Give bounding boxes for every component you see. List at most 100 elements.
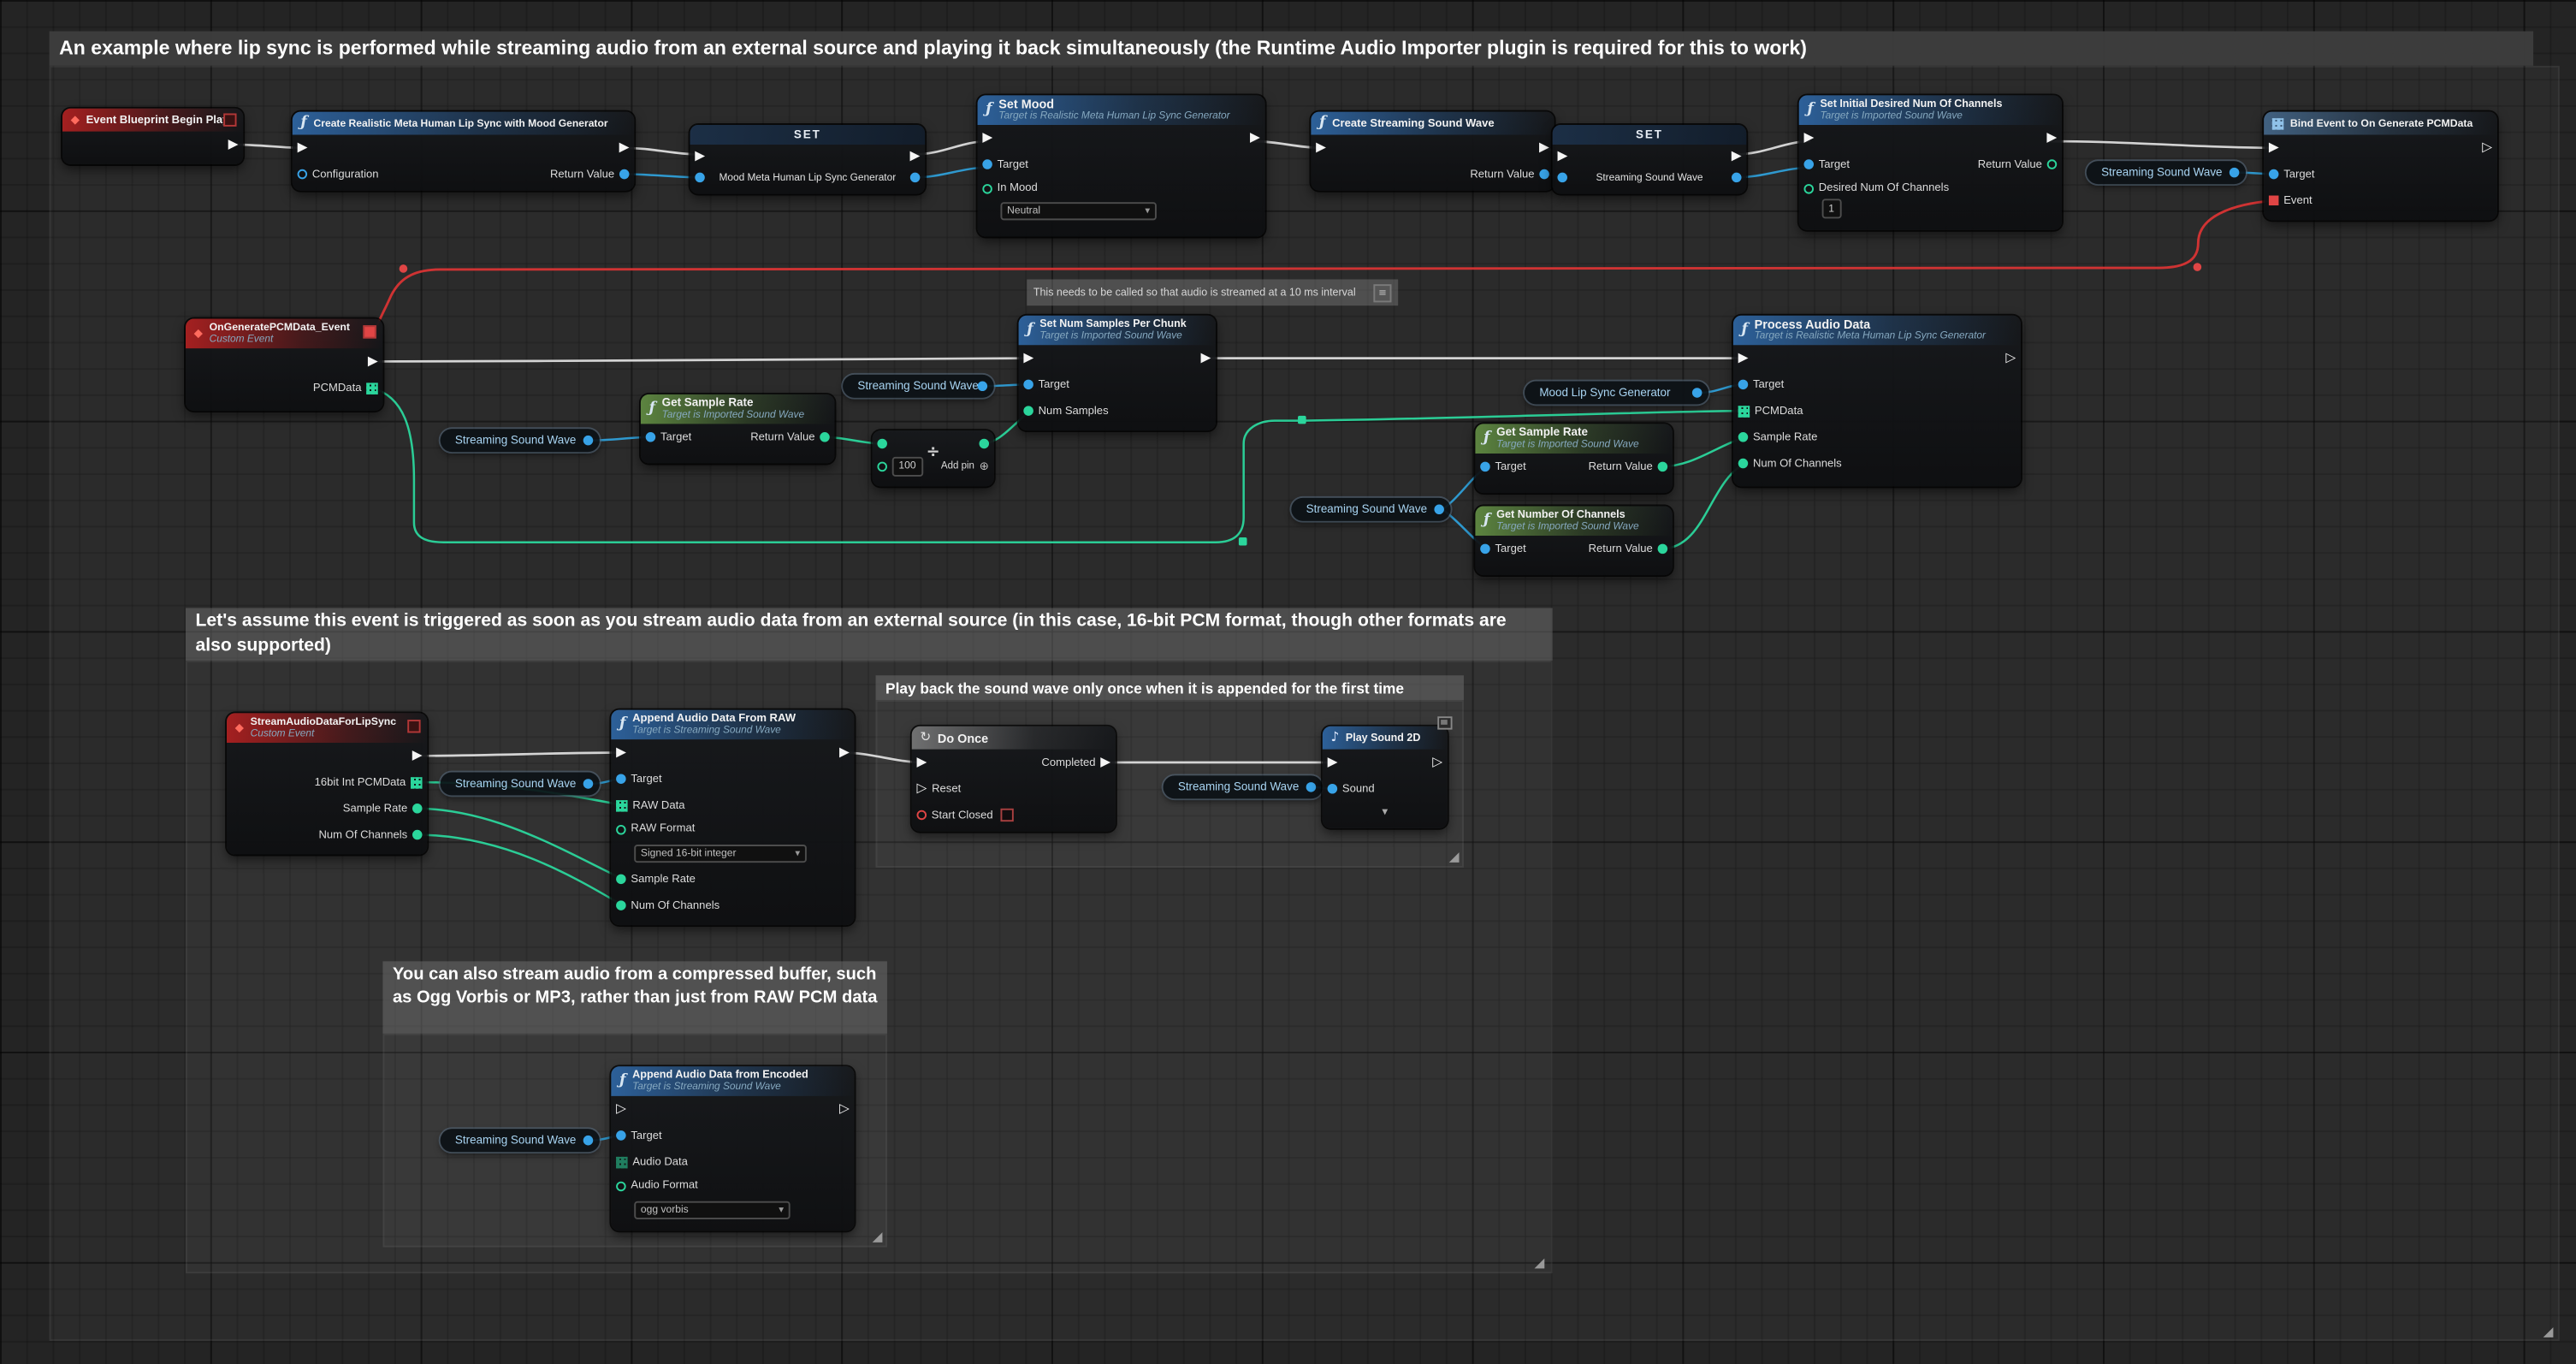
dividend-pin[interactable] <box>877 438 887 448</box>
node-header[interactable]: ƒ Process Audio DataTarget is Realistic … <box>1733 316 2021 346</box>
comment-resize-handle[interactable]: ◢ <box>873 1231 883 1243</box>
node-header[interactable]: ƒ Get Number Of ChannelsTarget is Import… <box>1475 506 1672 536</box>
pcm-array-pin[interactable] <box>411 776 422 787</box>
pcmdata-array-pin[interactable] <box>366 382 377 393</box>
exec-in-pin[interactable]: ▶ <box>616 746 626 759</box>
variable-pill-streaming-sound-wave[interactable]: Streaming Sound Wave <box>843 375 994 398</box>
audio-format-dropdown[interactable]: ogg vorbis▾ <box>634 1201 790 1219</box>
target-pin[interactable] <box>982 159 992 169</box>
node-get-sample-rate[interactable]: ƒ Get Sample RateTarget is Imported Soun… <box>641 394 835 464</box>
variable-pill-streaming-sound-wave[interactable]: Streaming Sound Wave <box>441 773 600 796</box>
variable-pill-streaming-sound-wave[interactable]: Streaming Sound Wave <box>2087 161 2246 184</box>
exec-out-pin[interactable]: ▶ <box>839 746 850 759</box>
node-play-sound-2d[interactable]: ♪ Play Sound 2D ▶ ▷ Sound ▾ <box>1323 726 1448 828</box>
blueprint-graph-canvas[interactable]: An example where lip sync is performed w… <box>0 0 2576 1364</box>
target-pin[interactable] <box>1480 544 1490 554</box>
num-channels-value-field[interactable]: 1 <box>1822 199 1841 218</box>
exec-in-pin[interactable]: ▶ <box>1738 352 1749 365</box>
value-in-pin[interactable] <box>1557 173 1567 183</box>
variable-pill-mood-lip-sync-generator[interactable]: Mood Lip Sync Generator <box>1525 382 1708 405</box>
exec-out-pin[interactable]: ▶ <box>910 149 921 162</box>
target-pin[interactable] <box>616 1130 626 1141</box>
exec-out-pin[interactable]: ▷ <box>839 1103 850 1116</box>
raw-format-dropdown[interactable]: Signed 16-bit integer▾ <box>634 844 807 862</box>
node-header[interactable]: ƒ Create Streaming Sound Wave <box>1311 112 1554 135</box>
comment-title-play-once[interactable]: Play back the sound wave only once when … <box>876 675 1464 700</box>
node-append-audio-data-from-encoded[interactable]: ƒ Append Audio Data from EncodedTarget i… <box>611 1066 854 1231</box>
exec-out-pin[interactable]: ▷ <box>2482 141 2492 154</box>
node-get-number-of-channels[interactable]: ƒ Get Number Of ChannelsTarget is Import… <box>1475 506 1672 575</box>
node-set-initial-desired-num-channels[interactable]: ƒ Set Initial Desired Num Of ChannelsTar… <box>1799 95 2062 229</box>
sound-pin[interactable] <box>1328 784 1338 794</box>
delegate-pin[interactable] <box>223 114 236 127</box>
exec-in-pin[interactable]: ▶ <box>298 141 308 154</box>
node-header[interactable]: ƒ Append Audio Data from EncodedTarget i… <box>611 1066 854 1096</box>
object-out-pin[interactable] <box>978 382 988 392</box>
node-header[interactable]: ƒ Get Sample RateTarget is Imported Soun… <box>641 394 835 424</box>
exec-out-pin[interactable]: ▶ <box>2046 132 2057 145</box>
exec-out-pin[interactable]: ▶ <box>1732 149 1742 162</box>
node-header[interactable]: ◆ Event Blueprint Begin Play <box>62 109 243 132</box>
value-in-pin[interactable] <box>695 173 705 183</box>
exec-in-pin[interactable]: ▶ <box>982 132 992 145</box>
node-header[interactable]: ◆ StreamAudioDataForLipSyncCustom Event <box>227 713 427 743</box>
sample-rate-pin[interactable] <box>412 804 423 814</box>
num-channels-pin[interactable] <box>1738 459 1749 469</box>
audio-data-array-pin[interactable] <box>616 1156 627 1167</box>
divisor-pin[interactable] <box>877 461 887 471</box>
node-set-mood-variable[interactable]: SET ▶ ▶ Mood Meta Human Lip Sync Generat… <box>690 125 926 194</box>
node-divide[interactable]: ÷ 100 Add pin⊕ <box>873 430 994 486</box>
start-closed-pin[interactable] <box>917 810 927 821</box>
desired-num-channels-pin[interactable] <box>1803 183 1814 193</box>
variable-pill-streaming-sound-wave[interactable]: Streaming Sound Wave <box>441 429 600 452</box>
return-value-pin[interactable] <box>1539 169 1549 180</box>
variable-pill-streaming-sound-wave[interactable]: Streaming Sound Wave <box>1291 498 1450 521</box>
node-header[interactable]: ↻ Do Once <box>912 726 1116 750</box>
exec-out-pin[interactable]: ▶ <box>368 355 378 368</box>
node-do-once[interactable]: ↻ Do Once ▶ Completed▶ ▷Reset Start Clos… <box>912 726 1116 832</box>
reroute-node[interactable] <box>1298 416 1306 424</box>
comment-title-main[interactable]: An example where lip sync is performed w… <box>50 31 2533 65</box>
object-out-pin[interactable] <box>583 1136 594 1146</box>
comment-resize-handle[interactable]: ◢ <box>1449 851 1460 864</box>
configuration-pin[interactable] <box>298 169 308 180</box>
comment-title-stream-event[interactable]: Let's assume this event is triggered as … <box>186 608 1553 661</box>
node-append-audio-data-from-raw[interactable]: ƒ Append Audio Data From RAWTarget is St… <box>611 710 854 926</box>
return-value-pin[interactable] <box>1658 462 1668 472</box>
exec-in-pin[interactable]: ▶ <box>1316 141 1326 154</box>
target-pin[interactable] <box>1738 380 1749 390</box>
comment-resize-handle[interactable]: ◢ <box>1535 1257 1545 1270</box>
comment-resize-handle[interactable]: ◢ <box>2543 1326 2554 1339</box>
target-pin[interactable] <box>646 432 656 442</box>
exec-in-pin[interactable]: ▶ <box>1023 352 1033 365</box>
node-header[interactable]: ƒ Set MoodTarget is Realistic Meta Human… <box>978 95 1265 125</box>
num-samples-pin[interactable] <box>1023 406 1033 416</box>
node-header[interactable]: ƒ Create Realistic Meta Human Lip Sync w… <box>293 112 634 135</box>
delegate-pin[interactable] <box>363 325 376 338</box>
node-event-begin-play[interactable]: ◆ Event Blueprint Begin Play ▶ <box>62 109 243 164</box>
exec-out-pin[interactable]: ▷ <box>2005 352 2016 365</box>
in-mood-pin[interactable] <box>982 183 992 193</box>
node-header[interactable]: SET <box>690 125 926 145</box>
note-bubble[interactable]: This needs to be called so that audio is… <box>1027 279 1398 305</box>
node-create-lipsync-generator[interactable]: ƒ Create Realistic Meta Human Lip Sync w… <box>293 112 634 191</box>
event-delegate-pin[interactable] <box>2269 196 2279 206</box>
completed-exec-out-pin[interactable]: ▶ <box>1100 756 1110 768</box>
node-stream-audio-data-event[interactable]: ◆ StreamAudioDataForLipSyncCustom Event … <box>227 713 427 854</box>
reroute-node[interactable] <box>400 264 408 273</box>
node-header[interactable]: ◆ OnGeneratePCMData_EventCustom Event <box>186 319 382 349</box>
exec-out-pin[interactable]: ▶ <box>1200 352 1211 365</box>
exec-out-pin[interactable]: ▷ <box>1432 756 1442 768</box>
mood-dropdown[interactable]: Neutral▾ <box>1000 201 1156 219</box>
node-header[interactable]: ƒ Append Audio Data From RAWTarget is St… <box>611 710 854 740</box>
exec-in-pin[interactable]: ▶ <box>1803 132 1814 145</box>
exec-in-pin[interactable]: ▶ <box>695 149 705 162</box>
exec-out-pin[interactable]: ▶ <box>1539 141 1549 154</box>
exec-in-pin[interactable]: ▶ <box>1557 149 1567 162</box>
exec-out-pin[interactable]: ▶ <box>619 141 630 154</box>
return-value-pin[interactable] <box>1658 544 1668 554</box>
variable-pill-streaming-sound-wave[interactable]: Streaming Sound Wave <box>441 1129 600 1152</box>
node-set-mood[interactable]: ƒ Set MoodTarget is Realistic Meta Human… <box>978 95 1265 236</box>
exec-in-pin[interactable]: ▶ <box>1328 756 1338 768</box>
audio-format-pin[interactable] <box>616 1181 626 1191</box>
